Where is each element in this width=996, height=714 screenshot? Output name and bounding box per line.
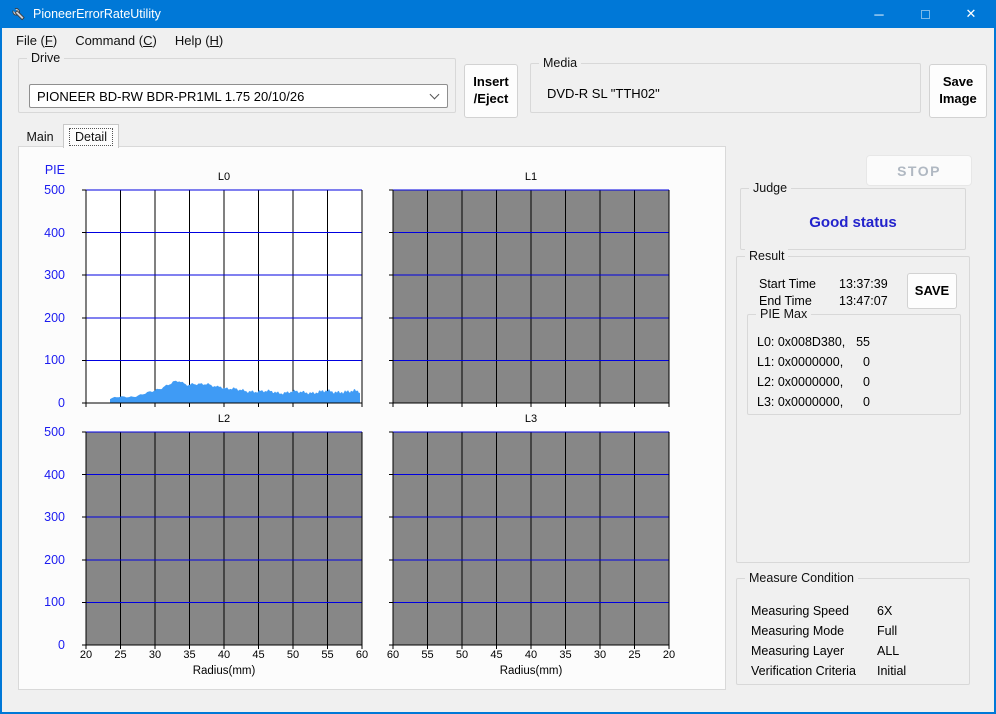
menu-file[interactable]: File (F) (7, 30, 66, 51)
measuring-speed-label: Measuring Speed (751, 604, 849, 618)
x-tick-label-L2-4: 40 (207, 649, 241, 661)
result-group: Result Start Time 13:37:39 End Time 13:4… (736, 256, 970, 563)
verification-criteria-value: Initial (877, 664, 906, 678)
measure-condition-group: Measure Condition Measuring Speed 6X Mea… (736, 578, 970, 685)
x-tick-label-L3-3: 45 (480, 649, 514, 661)
media-group: Media DVD-R SL "TTH02" (530, 63, 921, 113)
x-axis-title-L3: Radius(mm) (486, 665, 576, 678)
x-tick-label-L3-8: 20 (652, 649, 686, 661)
x-tick-label-L2-2: 30 (138, 649, 172, 661)
drive-group-label: Drive (27, 51, 64, 65)
measuring-speed-value: 6X (877, 604, 892, 618)
menu-command[interactable]: Command (C) (66, 30, 166, 51)
x-tick-label-L2-7: 55 (311, 649, 345, 661)
y-tick-label-L2-400: 400 (29, 468, 65, 482)
y-tick-label-L2-0: 0 (29, 638, 65, 652)
chart-plot-L1 (388, 189, 674, 409)
measuring-layer-label: Measuring Layer (751, 644, 844, 658)
chart-title-L1: L1 (509, 171, 553, 183)
y-tick-label-L2-200: 200 (29, 553, 65, 567)
x-tick-label-L2-8: 60 (345, 649, 379, 661)
y-tick-label-L0-200: 200 (29, 311, 65, 325)
x-tick-label-L3-5: 35 (549, 649, 583, 661)
y-tick-label-L0-500: 500 (29, 183, 65, 197)
drive-select[interactable]: PIONEER BD-RW BDR-PR1ML 1.75 20/10/26 (29, 84, 448, 108)
chart-title-L3: L3 (509, 413, 553, 425)
verification-criteria-label: Verification Criteria (751, 664, 856, 678)
x-tick-label-L3-7: 25 (618, 649, 652, 661)
x-tick-label-L3-1: 55 (411, 649, 445, 661)
pie-max-value-l2: 0 (828, 375, 870, 389)
y-tick-label-L2-300: 300 (29, 510, 65, 524)
x-tick-label-L2-3: 35 (173, 649, 207, 661)
pie-max-value-l0: 55 (828, 335, 870, 349)
end-time-value: 13:47:07 (839, 294, 888, 309)
pie-max-value-l1: 0 (828, 355, 870, 369)
pie-max-label: PIE Max (756, 307, 811, 321)
media-group-label: Media (539, 56, 581, 70)
save-image-button[interactable]: Save Image (929, 64, 987, 118)
drive-select-value: PIONEER BD-RW BDR-PR1ML 1.75 20/10/26 (37, 89, 304, 104)
judge-group: Judge Good status (740, 188, 966, 250)
tab-detail[interactable]: Detail (63, 124, 119, 148)
detail-tab-page: PIE L0 0 100 200 300 400 500 L1 L2 0 100 200 300 400 5… (18, 146, 726, 690)
y-axis-title: PIE (29, 163, 65, 177)
x-axis-title-L2: Radius(mm) (179, 665, 269, 678)
chart-plot-L2 (81, 431, 367, 651)
drive-group: Drive PIONEER BD-RW BDR-PR1ML 1.75 20/10… (18, 58, 456, 113)
y-tick-label-L0-100: 100 (29, 353, 65, 367)
save-button[interactable]: SAVE (907, 273, 957, 309)
judge-group-label: Judge (749, 181, 791, 195)
chart-title-L0: L0 (202, 171, 246, 183)
x-tick-label-L2-1: 25 (104, 649, 138, 661)
y-tick-label-L0-400: 400 (29, 226, 65, 240)
y-tick-label-L2-500: 500 (29, 425, 65, 439)
chevron-down-icon (430, 90, 440, 100)
y-tick-label-L0-0: 0 (29, 396, 65, 410)
measuring-mode-label: Measuring Mode (751, 624, 844, 638)
app-window: PioneerErrorRateUtility ─ ✕ File (F) Com… (0, 0, 996, 714)
media-value: DVD-R SL "TTH02" (547, 86, 660, 101)
start-time-value: 13:37:39 (839, 277, 888, 292)
chart-plot-L3 (388, 431, 674, 651)
y-tick-label-L0-300: 300 (29, 268, 65, 282)
x-tick-label-L2-6: 50 (276, 649, 310, 661)
menu-bar: File (F) Command (C) Help (H) (2, 28, 994, 52)
minimize-button[interactable]: ─ (856, 0, 902, 28)
pie-max-group: PIE Max L0: 0x008D380, 55 L1: 0x0000000,… (747, 314, 961, 415)
tab-main[interactable]: Main (18, 127, 62, 147)
title-bar: PioneerErrorRateUtility ─ ✕ (2, 0, 994, 28)
window-title: PioneerErrorRateUtility (33, 7, 161, 21)
x-tick-label-L3-6: 30 (583, 649, 617, 661)
x-tick-label-L2-5: 45 (242, 649, 276, 661)
x-tick-label-L3-2: 50 (445, 649, 479, 661)
maximize-icon (921, 10, 930, 19)
x-tick-label-L3-0: 60 (376, 649, 410, 661)
y-tick-label-L2-100: 100 (29, 595, 65, 609)
judge-status: Good status (741, 214, 965, 231)
close-button[interactable]: ✕ (948, 0, 994, 28)
chart-title-L2: L2 (202, 413, 246, 425)
insert-eject-button[interactable]: Insert /Eject (464, 64, 518, 118)
x-tick-label-L3-4: 40 (514, 649, 548, 661)
measuring-mode-value: Full (877, 624, 897, 638)
result-group-label: Result (745, 249, 788, 263)
chart-plot-L0 (81, 189, 367, 409)
measure-condition-label: Measure Condition (745, 571, 858, 585)
measuring-layer-value: ALL (877, 644, 899, 658)
stop-button[interactable]: STOP (866, 155, 972, 186)
wrench-icon (10, 6, 27, 23)
x-tick-label-L2-0: 20 (69, 649, 103, 661)
start-time-label: Start Time (759, 277, 816, 292)
menu-help[interactable]: Help (H) (166, 30, 232, 51)
maximize-button[interactable] (902, 0, 948, 28)
pie-max-value-l3: 0 (828, 395, 870, 409)
